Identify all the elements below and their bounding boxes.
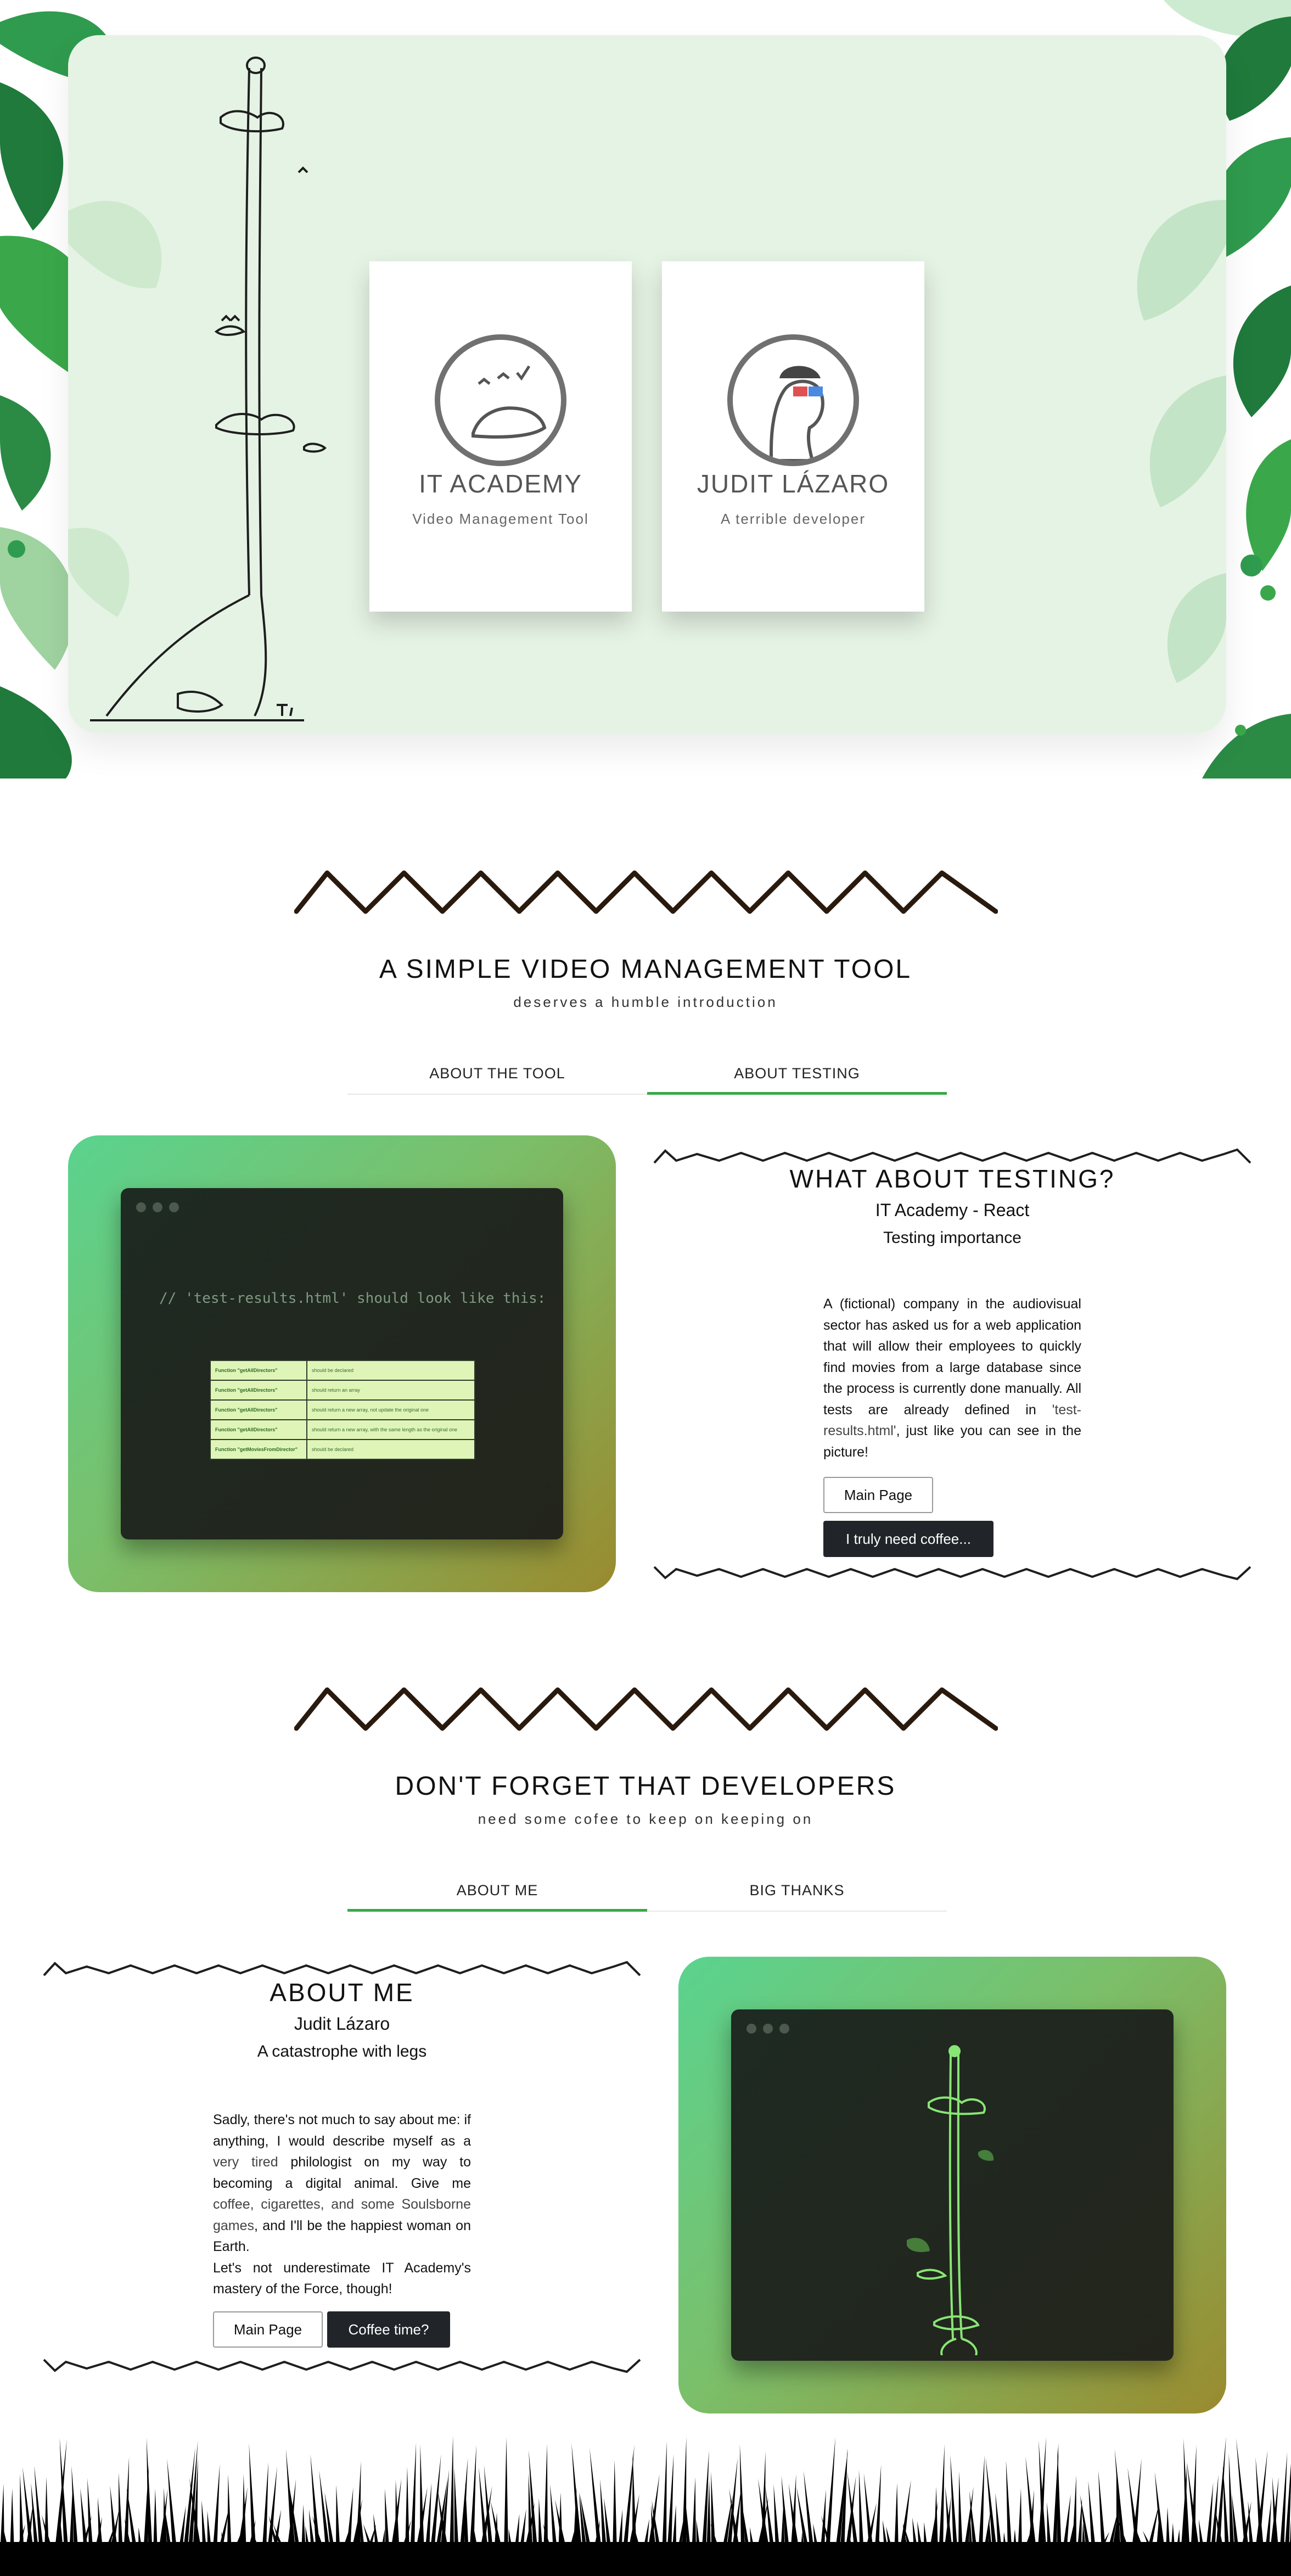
test-result: should return a new array, not update th… bbox=[306, 1399, 475, 1420]
zigzag-divider bbox=[294, 1687, 998, 1731]
table-row: Function "getAllDirectors" should return … bbox=[210, 1419, 475, 1440]
coffee-button[interactable]: I truly need coffee... bbox=[823, 1521, 993, 1557]
test-results-table: Function "getAllDirectors" should be decl… bbox=[210, 1360, 475, 1460]
terminal-window bbox=[731, 2009, 1174, 2361]
code-comment: // 'test-results.html' should look like … bbox=[159, 1290, 546, 1307]
hero-panel: IT ACADEMY Video Management Tool JUDIT L… bbox=[68, 35, 1226, 733]
window-dots-icon bbox=[746, 2024, 789, 2034]
card-title: JUDIT LÁZARO bbox=[697, 469, 890, 498]
grass-footer-illustration bbox=[0, 2435, 1291, 2576]
zigzag-divider bbox=[294, 870, 998, 914]
table-row: Function "getMoviesFromDirector" should b… bbox=[210, 1439, 475, 1460]
text-segment: Sadly, there's not much to say about me:… bbox=[213, 2112, 471, 2149]
card-title: IT ACADEMY bbox=[419, 469, 582, 498]
test-name: Function "getMoviesFromDirector" bbox=[210, 1439, 307, 1460]
tab-about-me[interactable]: ABOUT ME bbox=[347, 1873, 647, 1912]
section-title: DON'T FORGET THAT DEVELOPERS bbox=[395, 1772, 896, 1801]
panel-title: ABOUT ME bbox=[270, 1978, 414, 2007]
about-me-description: Sadly, there's not much to say about me:… bbox=[213, 2109, 471, 2300]
dinosaur-with-3d-glasses-icon bbox=[727, 334, 859, 466]
text-segment: A (fictional) company in the audiovisual… bbox=[823, 1296, 1081, 1418]
hero-section: IT ACADEMY Video Management Tool JUDIT L… bbox=[0, 0, 1291, 779]
text-segment-tired: very tired bbox=[213, 2154, 278, 2170]
section-tabs: ABOUT THE TOOL ABOUT TESTING bbox=[347, 1056, 947, 1095]
table-row: Function "getAllDirectors" should return … bbox=[210, 1399, 475, 1420]
tab-big-thanks[interactable]: BIG THANKS bbox=[647, 1873, 947, 1911]
panel-foliage-illustration bbox=[68, 57, 1226, 721]
panel-heading: IT Academy - React bbox=[875, 1200, 1030, 1220]
section-tabs: ABOUT ME BIG THANKS bbox=[347, 1873, 947, 1912]
testing-description: A (fictional) company in the audiovisual… bbox=[823, 1293, 1081, 1463]
test-name: Function "getAllDirectors" bbox=[210, 1360, 307, 1381]
card-subtitle: Video Management Tool bbox=[412, 511, 589, 527]
wavy-line-bottom bbox=[653, 1566, 1251, 1581]
table-row: Function "getAllDirectors" should be decl… bbox=[210, 1360, 475, 1381]
section-subtitle: need some cofee to keep on keeping on bbox=[478, 1811, 813, 1827]
table-row: Function "getAllDirectors" should return … bbox=[210, 1380, 475, 1401]
window-dots-icon bbox=[136, 1202, 179, 1212]
test-result: should return an array bbox=[306, 1380, 475, 1401]
text-segment: Let's not underestimate IT Academy's mas… bbox=[213, 2260, 471, 2297]
panel-title: WHAT ABOUT TESTING? bbox=[789, 1164, 1115, 1193]
test-result: should be declared bbox=[306, 1439, 475, 1460]
test-result: should return a new array, with the same… bbox=[306, 1419, 475, 1440]
panel-heading: Judit Lázaro bbox=[294, 2014, 390, 2034]
giraffe-dinosaur-logo-icon bbox=[435, 334, 566, 466]
test-result: should be declared bbox=[306, 1360, 475, 1381]
panel-subheading: A catastrophe with legs bbox=[257, 2042, 427, 2060]
test-results-screenshot: // 'test-results.html' should look like … bbox=[68, 1135, 616, 1592]
test-name: Function "getAllDirectors" bbox=[210, 1419, 307, 1440]
wavy-line-top bbox=[43, 1961, 641, 1976]
section-title: A SIMPLE VIDEO MANAGEMENT TOOL bbox=[379, 955, 912, 984]
glowing-giraffe-screenshot bbox=[678, 1957, 1226, 2413]
wavy-line-bottom bbox=[43, 2359, 641, 2373]
main-page-button[interactable]: Main Page bbox=[213, 2311, 323, 2348]
panel-subheading: Testing importance bbox=[883, 1229, 1021, 1247]
main-page-button[interactable]: Main Page bbox=[823, 1477, 933, 1513]
card-subtitle: A terrible developer bbox=[720, 511, 866, 527]
section-subtitle: deserves a humble introduction bbox=[513, 994, 778, 1010]
wavy-line-top bbox=[653, 1148, 1251, 1164]
tab-about-testing[interactable]: ABOUT TESTING bbox=[647, 1056, 947, 1095]
terminal-window: // 'test-results.html' should look like … bbox=[121, 1188, 563, 1539]
it-academy-card[interactable]: IT ACADEMY Video Management Tool bbox=[369, 261, 632, 612]
judit-lazaro-card[interactable]: JUDIT LÁZARO A terrible developer bbox=[662, 261, 924, 612]
test-name: Function "getAllDirectors" bbox=[210, 1399, 307, 1420]
test-name: Function "getAllDirectors" bbox=[210, 1380, 307, 1401]
coffee-button[interactable]: Coffee time? bbox=[327, 2311, 450, 2348]
glowing-giraffe-illustration bbox=[907, 2045, 994, 2355]
tab-about-the-tool[interactable]: ABOUT THE TOOL bbox=[347, 1056, 647, 1094]
